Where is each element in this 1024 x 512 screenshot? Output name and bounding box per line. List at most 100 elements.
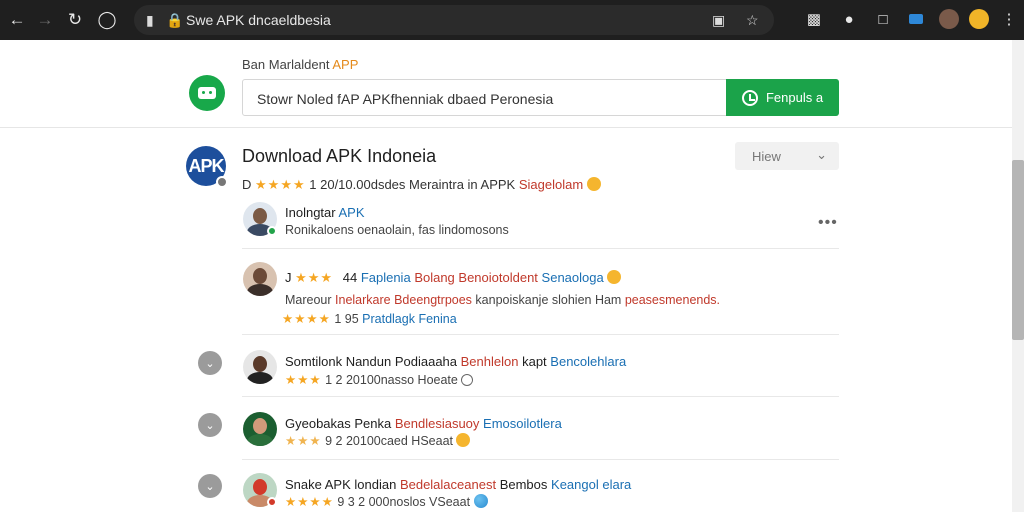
avatar[interactable] [243,412,277,446]
row-title-link[interactable]: APK [339,205,365,220]
divider [242,334,839,335]
avatar[interactable] [243,202,277,236]
page-title: Download APK Indoneia [242,146,437,166]
row-link-2[interactable]: Senaologa [542,270,604,285]
row-link[interactable]: Keangol elara [551,477,631,492]
row-link-red[interactable]: Benhlelon [461,354,519,369]
brand-title: Ban Marlaldent APP [242,57,358,72]
divider [242,459,839,460]
url-text[interactable]: Swe APK dncaeldbesia [186,12,331,28]
row-title-text: Gyeobakas Penka [285,416,392,431]
row-sub-red[interactable]: Inelarkare Bdeengtrpoes [335,293,472,307]
clock-icon [741,89,758,106]
brand-accent: APP [332,57,359,72]
row-stars: ★★★ [285,434,322,448]
bookmark-star-icon[interactable]: ☆ [746,12,759,29]
profile-alt-icon[interactable] [968,8,990,30]
reading-list-icon[interactable]: □ [872,8,894,30]
row-meta: ★★★★ 1 95 Pratdlagk Fenina [282,311,457,326]
row-stars: ★★★ [285,373,322,387]
browser-toolbar: ← → ↻ ◯ ▮ 🔒 Swe APK dncaeldbesia ▣ ☆ ▩ ●… [0,0,1024,40]
back-icon[interactable]: ← [4,7,30,33]
forward-icon[interactable]: → [32,7,58,33]
row-prefix: J [285,270,292,285]
bar-icon: ▮ [146,12,154,28]
search-input[interactable]: Stowr Noled fAP APKfhenniak dbaed Perone… [242,79,839,116]
address-bar[interactable]: ▮ 🔒 Swe APK dncaeldbesia ▣ ☆ [134,5,774,35]
row-sub-prefix: Mareour [285,293,332,307]
row-num: 44 [342,270,358,285]
avatar[interactable] [243,262,277,296]
collapse-button[interactable]: ⌄ [198,474,222,498]
row-meta: ★★★ 9 2 20100caed HSeaat [285,433,471,448]
row-title: J ★★★ 44 Faplenia Bolang Benoiotoldent S… [285,270,622,286]
rating-summary: D ★★★★ 1 20/10.00dsdes Meraintra in APPK… [242,177,601,193]
row-meta-text: 1 2 20100nasso Hoeate [325,373,458,387]
row-meta-text: 9 3 2 000noslos VSeaat [337,495,471,509]
reload-icon[interactable]: ↻ [62,7,88,33]
extension-icon[interactable]: ▩ [803,8,825,30]
lock-icon[interactable]: 🔒 [166,12,183,29]
row-link[interactable]: Emosoilotlera [483,416,562,431]
rating-stars: ★★★★ [255,177,306,192]
row-title-text: Snake APK londian [285,477,397,492]
row-sub-mid: kanpoiskanje slohien Ham [475,293,622,307]
divider [242,248,839,249]
emoji-icon [607,270,622,284]
avatar-text: APK [188,155,224,176]
page-avatar[interactable]: APK [186,146,228,188]
rating-text: 1 20/10.00dsdes Meraintra in APPK [309,177,516,192]
row-meta: ★★★★ 9 3 2 000noslos VSeaat [285,494,488,509]
online-badge [267,226,277,236]
collapse-button[interactable]: ⌄ [198,413,222,437]
row-meta-link[interactable]: Pratdlagk [362,312,415,326]
info-icon[interactable]: ◯ [94,7,120,33]
row-link-red[interactable]: Bedelalaceanest [400,477,496,492]
avatar-badge [216,176,228,188]
globe-icon [461,374,474,386]
row-title-text: Inolngtar [285,205,336,220]
chevron-down-icon: ⌄ [816,147,827,162]
row-link[interactable]: Bencolehlara [550,354,626,369]
row-mid: Bembos [499,477,548,492]
avatar[interactable] [243,473,277,507]
profile-icon[interactable] [938,8,960,30]
more-icon[interactable]: ••• [818,214,838,232]
row-subtitle: Mareour Inelarkare Bdeengtrpoes kanpoisk… [285,293,720,307]
brand-text: Ban Marlaldent [242,57,330,72]
globe-icon [473,494,488,508]
sort-dropdown[interactable]: Hiew ⌄ [735,142,839,170]
avatar[interactable] [243,350,277,384]
cast-icon[interactable] [905,8,927,30]
scrollbar-thumb[interactable] [1012,160,1024,340]
status-badge [267,497,277,507]
browser-menu-icon[interactable]: ⋮ [998,8,1020,30]
row-title: Snake APK londian Bedelalaceanest Bembos… [285,477,631,492]
divider [242,396,839,397]
row-title-text: Somtilonk Nandun Podiaaaha [285,354,458,369]
row-link[interactable]: Faplenia [361,270,411,285]
rating-highlight[interactable]: Siagelolam [519,177,583,192]
search-button[interactable]: Fenpuls a [726,79,839,116]
screenshot-icon[interactable]: ▣ [712,12,725,29]
info-circle-icon[interactable]: ● [838,8,860,30]
search-value[interactable]: Stowr Noled fAP APKfhenniak dbaed Perone… [257,91,553,107]
row-meta-num: 1 95 [334,312,359,326]
row-meta-text: 9 2 20100caed HSeaat [325,434,453,448]
emoji-icon [586,177,601,191]
row-link-red[interactable]: Bolang Benoiotoldent [414,270,538,285]
row-subtitle: Ronikaloens oenaolain, fas lindomosons [285,223,509,237]
row-sub-red-2[interactable]: peasesmenends. [625,293,720,307]
row-link-red[interactable]: Bendlesiasuoy [395,416,480,431]
row-meta: ★★★ 1 2 20100nasso Hoeate [285,372,474,387]
row-meta-link-2[interactable]: Fenina [418,312,456,326]
main-content: APK Download APK Indoneia Hiew ⌄ D ★★★★ … [0,128,1012,512]
site-header: Ban Marlaldent APP Stowr Noled fAP APKfh… [0,40,1012,128]
app-logo-icon[interactable] [189,75,225,111]
collapse-button[interactable]: ⌄ [198,351,222,375]
row-meta-stars: ★★★★ [282,312,331,326]
row-mid: kapt [522,354,547,369]
row-title[interactable]: Inolngtar APK [285,205,365,220]
row-stars: ★★★ [295,270,334,285]
row-stars: ★★★★ [285,495,334,509]
